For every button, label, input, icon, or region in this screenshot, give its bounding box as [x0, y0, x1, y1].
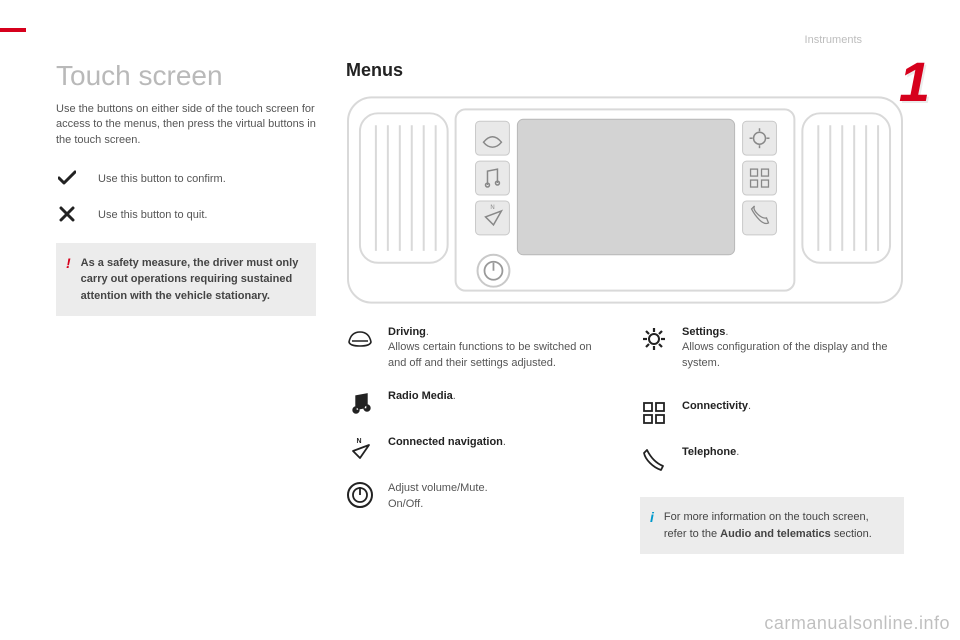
menu-driving: Driving. Allows certain functions to be … [346, 325, 610, 371]
menu-navigation: N Connected navigation. [346, 435, 610, 463]
warning-box: ! As a safety measure, the driver must o… [56, 243, 316, 317]
menu-grid: Driving. Allows certain functions to be … [346, 325, 904, 554]
menu-connectivity: Connectivity. [640, 399, 904, 427]
quit-row: Use this button to quit. [56, 206, 316, 223]
page-title: Touch screen [56, 60, 316, 92]
touchscreen-illustration: N [346, 95, 904, 305]
menu-label: Connectivity [682, 400, 748, 412]
menu-text: Driving. Allows certain functions to be … [388, 325, 610, 371]
menu-text: Radio Media. [388, 389, 456, 417]
menu-label: Driving [388, 326, 426, 338]
menu-label: Connected navigation [388, 436, 503, 448]
menu-text: Settings. Allows configuration of the di… [682, 325, 904, 371]
confirm-row: Use this button to confirm. [56, 170, 316, 187]
check-icon [56, 170, 78, 186]
car-icon [346, 325, 374, 353]
section-label: Instruments [805, 34, 862, 46]
menu-text: Telephone. [682, 445, 739, 473]
menu-desc: Allows configuration of the display and … [682, 341, 887, 368]
svg-text:N: N [356, 438, 361, 445]
info-icon: i [650, 509, 654, 542]
menu-desc: Allows certain functions to be switched … [388, 341, 592, 368]
info-text: For more information on the touch screen… [664, 509, 892, 542]
watermark: carmanualsonline.info [764, 613, 950, 634]
intro-text: Use the buttons on either side of the to… [56, 102, 316, 148]
page-content: Touch screen Use the buttons on either s… [56, 60, 904, 620]
apps-icon [640, 399, 668, 427]
close-icon [56, 206, 78, 222]
menu-text: Connectivity. [682, 399, 751, 427]
menu-text: Connected navigation. [388, 435, 506, 463]
menu-power: Adjust volume/Mute. On/Off. [346, 481, 610, 512]
accent-bar [0, 28, 26, 32]
menu-col-left: Driving. Allows certain functions to be … [346, 325, 610, 554]
power-icon [346, 481, 374, 509]
left-column: Touch screen Use the buttons on either s… [56, 60, 316, 620]
warning-text: As a safety measure, the driver must onl… [81, 255, 304, 305]
gear-icon [640, 325, 668, 353]
menus-heading: Menus [346, 60, 904, 81]
menu-radio: Radio Media. [346, 389, 610, 417]
phone-icon [640, 445, 668, 473]
menu-telephone: Telephone. [640, 445, 904, 473]
menu-col-right: Settings. Allows configuration of the di… [640, 325, 904, 554]
info-box: i For more information on the touch scre… [640, 497, 904, 554]
menu-label: Telephone [682, 446, 736, 458]
navigation-icon: N [346, 435, 374, 463]
menu-text: Adjust volume/Mute. On/Off. [388, 481, 488, 512]
exclamation-icon: ! [66, 255, 71, 305]
confirm-text: Use this button to confirm. [98, 170, 226, 187]
right-column: Menus [346, 60, 904, 620]
music-icon [346, 389, 374, 417]
menu-label: Settings [682, 326, 725, 338]
quit-text: Use this button to quit. [98, 206, 207, 223]
menu-desc: Adjust volume/Mute. On/Off. [388, 482, 488, 509]
menu-settings: Settings. Allows configuration of the di… [640, 325, 904, 371]
menu-label: Radio Media [388, 390, 453, 402]
svg-text:N: N [490, 205, 494, 211]
